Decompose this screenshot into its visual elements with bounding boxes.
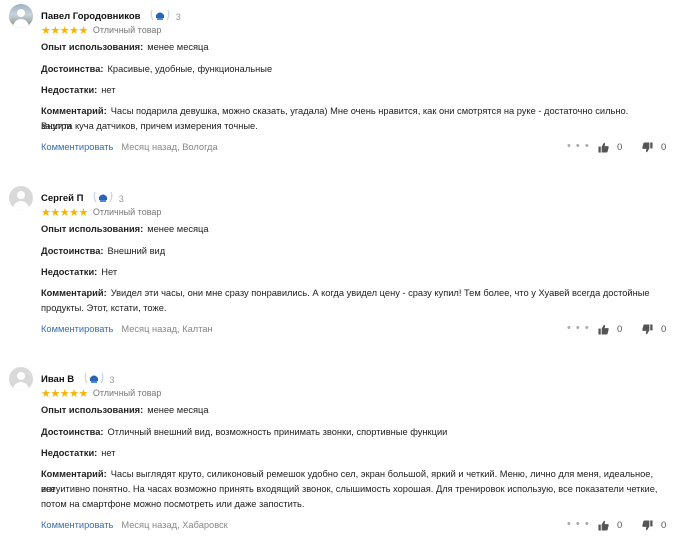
thumbs-down-icon	[642, 520, 653, 531]
comment-text-line: зашита куча датчиков, причем измерения т…	[41, 121, 258, 131]
rating-stars: ★★★★★ Отличный товар	[41, 207, 162, 219]
cons-row: Недостатки: Нет	[41, 265, 661, 280]
pros-label: Достоинства:	[41, 427, 104, 437]
comment-button[interactable]: Комментировать	[41, 324, 113, 334]
like-count: 0	[617, 324, 623, 335]
usage-value: менее месяца	[147, 42, 209, 52]
comment-text-line: продукты. Этот, кстати, тоже.	[41, 303, 167, 313]
comment-row-3: потом на смартфоне можно посмотреть или …	[41, 497, 661, 512]
cons-value: Нет	[101, 267, 118, 277]
comment-label: Комментарий:	[41, 288, 107, 298]
usage-row: Опыт использования: менее месяца	[41, 222, 661, 237]
comment-row: Комментарий: Увидел эти часы, они мне сра…	[41, 286, 661, 301]
like-button[interactable]: 0	[598, 324, 622, 335]
usage-label: Опыт использования:	[41, 42, 144, 52]
author-name[interactable]: Павел Городовников 3	[41, 9, 181, 24]
dislike-count: 0	[661, 142, 667, 153]
pros-value: Отличный внешний вид, возможность приним…	[107, 427, 448, 437]
pros-row: Достоинства: Красивые, удобные, функциона…	[41, 62, 661, 77]
comment-row-2: интуитивно понятно. На часах возможно пр…	[41, 482, 661, 497]
pros-row: Достоинства: Отличный внешний вид, возмож…	[41, 425, 661, 440]
badge-count: 3	[175, 11, 181, 22]
avatar[interactable]	[9, 186, 33, 210]
rating-text: Отличный товар	[92, 207, 162, 217]
dislike-button[interactable]: 0	[642, 520, 666, 531]
pros-value: Красивые, удобные, функциональные	[107, 64, 273, 74]
review-date-location: Месяц назад, Вологда	[121, 142, 218, 152]
cons-label: Недостатки:	[41, 85, 98, 95]
comment-label: Комментарий:	[41, 106, 107, 116]
review-footer: Комментировать Месяц назад, Калтан • • • …	[41, 322, 671, 338]
comment-label: Комментарий:	[41, 469, 107, 479]
author-name[interactable]: Сергей П 3	[41, 191, 124, 206]
comment-button[interactable]: Комментировать	[41, 142, 113, 152]
comment-text-line: потом на смартфоне можно посмотреть или …	[41, 499, 305, 509]
rating-text: Отличный товар	[92, 25, 162, 35]
pros-value: Внешний вид	[107, 246, 166, 256]
review-footer: Комментировать Месяц назад, Вологда • • •…	[41, 140, 671, 156]
achievement-badge-icon	[83, 372, 105, 387]
comment-row-2: зашита куча датчиков, причем измерения т…	[41, 119, 661, 134]
review-date-location: Месяц назад, Калтан	[121, 324, 213, 334]
usage-value: менее месяца	[147, 224, 209, 234]
thumbs-up-icon	[598, 142, 609, 153]
thumbs-up-icon	[598, 520, 609, 531]
comment-text-line: интуитивно понятно. На часах возможно пр…	[41, 484, 658, 494]
rating-stars: ★★★★★ Отличный товар	[41, 388, 162, 400]
dislike-count: 0	[661, 324, 667, 335]
pros-label: Достоинства:	[41, 64, 104, 74]
like-button[interactable]: 0	[598, 142, 622, 153]
like-button[interactable]: 0	[598, 520, 622, 531]
achievement-badge-icon	[92, 191, 114, 206]
pros-row: Достоинства: Внешний вид	[41, 244, 661, 259]
avatar[interactable]	[9, 4, 33, 28]
cons-value: нет	[101, 448, 116, 458]
rating-text: Отличный товар	[92, 388, 162, 398]
like-count: 0	[617, 520, 623, 531]
comment-row-2: продукты. Этот, кстати, тоже.	[41, 301, 661, 316]
more-dots-icon[interactable]: • • •	[567, 322, 590, 334]
pros-label: Достоинства:	[41, 246, 104, 256]
author-name-text[interactable]: Иван В	[41, 374, 74, 385]
more-dots-icon[interactable]: • • •	[567, 518, 590, 530]
review-footer: Комментировать Месяц назад, Хабаровск • •…	[41, 518, 671, 534]
achievement-badge-icon	[149, 9, 171, 24]
usage-label: Опыт использования:	[41, 405, 144, 415]
dislike-count: 0	[661, 520, 667, 531]
like-count: 0	[617, 142, 623, 153]
dislike-button[interactable]: 0	[642, 142, 666, 153]
avatar[interactable]	[9, 367, 33, 391]
review-date-location: Месяц назад, Хабаровск	[121, 520, 228, 530]
usage-row: Опыт использования: менее месяца	[41, 40, 661, 55]
badge-count: 3	[118, 193, 124, 204]
comment-button[interactable]: Комментировать	[41, 520, 113, 530]
author-name-text[interactable]: Сергей П	[41, 193, 84, 204]
thumbs-down-icon	[642, 142, 653, 153]
author-name-text[interactable]: Павел Городовников	[41, 11, 141, 22]
rating-stars: ★★★★★ Отличный товар	[41, 25, 162, 37]
usage-value: менее месяца	[147, 405, 209, 415]
cons-label: Недостатки:	[41, 267, 98, 277]
more-dots-icon[interactable]: • • •	[567, 140, 590, 152]
cons-label: Недостатки:	[41, 448, 98, 458]
thumbs-down-icon	[642, 324, 653, 335]
usage-row: Опыт использования: менее месяца	[41, 403, 661, 418]
dislike-button[interactable]: 0	[642, 324, 666, 335]
badge-count: 3	[109, 374, 115, 385]
usage-label: Опыт использования:	[41, 224, 144, 234]
comment-text-line: Увидел эти часы, они мне сразу понравили…	[110, 288, 650, 298]
cons-row: Недостатки: нет	[41, 446, 661, 461]
cons-value: нет	[101, 85, 116, 95]
cons-row: Недостатки: нет	[41, 83, 661, 98]
thumbs-up-icon	[598, 324, 609, 335]
author-name[interactable]: Иван В 3	[41, 372, 114, 387]
